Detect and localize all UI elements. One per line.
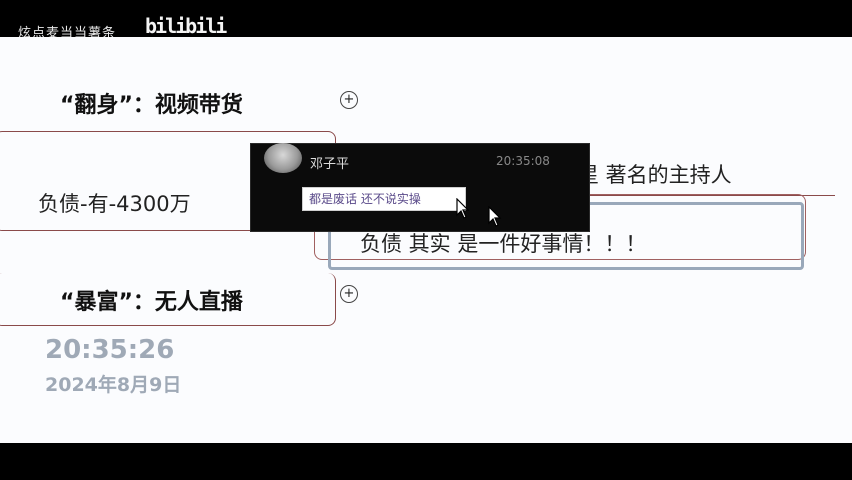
clock-time: 20:35:26 [45,335,175,365]
mouse-cursor-icon [456,198,470,219]
user-avatar [264,143,302,173]
pointer-cursor-icon [488,206,502,227]
debt-good-text: 负债 其实 是一件好事情！！！ [360,232,647,256]
message-bubble[interactable]: 都是废话 还不说实操 [302,187,466,211]
live-box [0,273,336,326]
bottom-bar [0,443,852,480]
message-timestamp: 20:35:08 [496,154,550,168]
presentation-slide: “翻身”：视频带货 + 负债-有-4300万 星 著名的主持人 负债 其实 是一… [0,37,852,443]
expand-plus-icon[interactable]: + [340,91,358,109]
clock-date: 2024年8月9日 [45,374,182,396]
sender-name: 邓子平 [310,157,350,172]
host-text: 星 著名的主持人 [578,163,732,187]
expand-plus-icon[interactable]: + [340,285,358,303]
heading-video-selling: “翻身”：视频带货 [60,93,243,118]
debt-text: 负债-有-4300万 [38,192,191,216]
bilibili-logo: bilibili [145,14,227,38]
top-bar: 炫点麦当当薯条 bilibili [0,0,852,41]
